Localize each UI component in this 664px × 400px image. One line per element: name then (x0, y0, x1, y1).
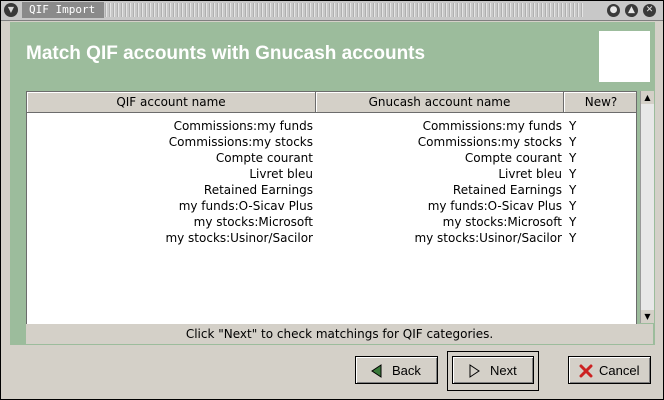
new-flag-cell: Y (569, 215, 577, 229)
qif-account-cell: Commissions:my stocks (168, 135, 313, 149)
next-button-label: Next (490, 363, 517, 378)
page-title: Match QIF accounts with Gnucash accounts (26, 43, 426, 64)
maximize-icon[interactable]: ▲ (625, 4, 638, 17)
qif-account-cell: my stocks:Microsoft (193, 215, 313, 229)
table-row[interactable]: my stocks:Microsoft my stocks:Microsoft … (27, 214, 636, 230)
table-row[interactable]: Livret bleu Livret bleu Y (27, 166, 636, 182)
back-button-label: Back (392, 363, 421, 378)
scroll-down-icon[interactable]: ▼ (641, 310, 654, 323)
column-header-new[interactable]: New? (564, 92, 636, 113)
qif-account-cell: Commissions:my funds (173, 119, 313, 133)
table-row[interactable]: my funds:O-Sicav Plus my funds:O-Sicav P… (27, 198, 636, 214)
left-arrow-icon (371, 364, 382, 378)
table-row[interactable]: Compte courant Compte courant Y (27, 150, 636, 166)
window-title: QIF Import (22, 2, 105, 18)
qif-account-cell: Livret bleu (249, 167, 313, 181)
account-match-list[interactable]: QIF account name Gnucash account name Ne… (26, 91, 637, 325)
title-bar[interactable]: ▼ QIF Import ● ▲ ✕ (1, 1, 663, 21)
gnucash-account-cell: my funds:O-Sicav Plus (427, 199, 562, 213)
close-icon[interactable]: ✕ (643, 4, 656, 17)
qif-account-cell: my funds:O-Sicav Plus (178, 199, 313, 213)
qif-account-cell: Compte courant (215, 151, 313, 165)
qif-account-cell: Retained Earnings (203, 183, 313, 197)
new-flag-cell: Y (569, 151, 577, 165)
minimize-icon[interactable]: ● (607, 4, 620, 17)
back-button[interactable]: Back (355, 356, 438, 384)
cancel-button-label: Cancel (599, 363, 640, 378)
column-header-gnucash-account[interactable]: Gnucash account name (316, 92, 564, 113)
page-banner: Match QIF accounts with Gnucash accounts (10, 22, 655, 88)
status-message: Click "Next" to check matchings for QIF … (26, 324, 653, 344)
right-arrow-icon (469, 364, 480, 378)
cancel-x-icon (579, 364, 593, 378)
gnucash-account-cell: Commissions:my funds (422, 119, 562, 133)
title-bar-grip[interactable] (105, 3, 585, 17)
scroll-up-icon[interactable]: ▲ (641, 91, 654, 104)
gnucash-account-cell: Livret bleu (498, 167, 562, 181)
qif-import-window: ▼ QIF Import ● ▲ ✕ Match QIF accounts wi… (0, 0, 664, 400)
cancel-button[interactable]: Cancel (568, 356, 651, 384)
column-header-qif-account[interactable]: QIF account name (27, 92, 316, 113)
content-panel: QIF account name Gnucash account name Ne… (10, 88, 655, 345)
table-row[interactable]: Commissions:my funds Commissions:my fund… (27, 118, 636, 134)
gnucash-account-cell: my stocks:Microsoft (442, 215, 562, 229)
next-button[interactable]: Next (452, 356, 534, 384)
gnucash-account-cell: my stocks:Usinor/Sacilor (414, 231, 562, 245)
new-flag-cell: Y (569, 199, 577, 213)
window-menu-icon[interactable]: ▼ (4, 3, 18, 17)
table-row[interactable]: my stocks:Usinor/Sacilor my stocks:Usino… (27, 230, 636, 246)
qif-account-cell: my stocks:Usinor/Sacilor (165, 231, 313, 245)
gnucash-account-cell: Compte courant (464, 151, 562, 165)
new-flag-cell: Y (569, 183, 577, 197)
banner-logo (599, 31, 650, 82)
gnucash-account-cell: Commissions:my stocks (417, 135, 562, 149)
table-row[interactable]: Retained Earnings Retained Earnings Y (27, 182, 636, 198)
new-flag-cell: Y (569, 167, 577, 181)
new-flag-cell: Y (569, 135, 577, 149)
vertical-scrollbar[interactable]: ▲ ▼ (640, 91, 654, 323)
table-row[interactable]: Commissions:my stocks Commissions:my sto… (27, 134, 636, 150)
gnucash-account-cell: Retained Earnings (452, 183, 562, 197)
new-flag-cell: Y (569, 231, 577, 245)
new-flag-cell: Y (569, 119, 577, 133)
